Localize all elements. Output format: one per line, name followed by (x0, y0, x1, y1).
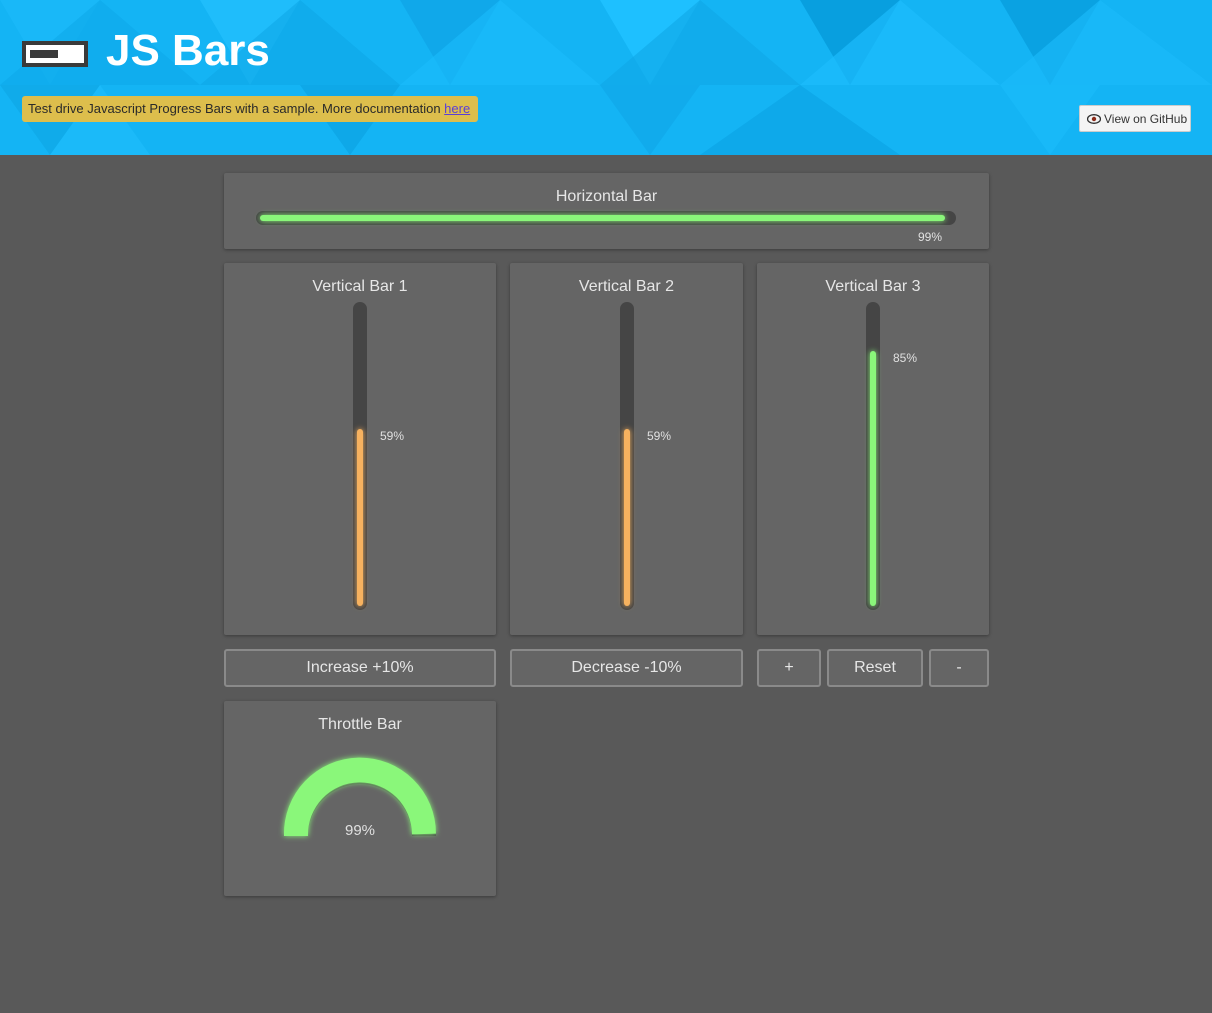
documentation-link[interactable]: here (444, 101, 470, 116)
view-on-github-button[interactable]: View on GitHub (1079, 105, 1191, 132)
page-title: JS Bars (106, 26, 270, 75)
vertical-bar-2-track (620, 302, 634, 610)
vertical-bar-2-percent: 59% (647, 429, 672, 443)
info-notice: Test drive Javascript Progress Bars with… (22, 96, 479, 122)
vertical-bar-1-track (353, 302, 367, 610)
logo-icon (22, 41, 88, 67)
reset-button[interactable]: Reset (827, 649, 923, 687)
vertical-bar-1-fill (357, 429, 363, 606)
horizontal-progress-fill (260, 215, 946, 221)
eye-icon (1087, 114, 1101, 124)
header-banner: JS Bars Test drive Javascript Progress B… (0, 0, 1212, 155)
vertical-bar-2-title: Vertical Bar 2 (578, 278, 675, 295)
notice-text: Test drive Javascript Progress Bars with… (28, 101, 445, 116)
horizontal-percent-label: 99% (918, 230, 943, 244)
triangle-pattern (0, 0, 1212, 155)
throttle-bar-title: Throttle Bar (318, 716, 402, 733)
github-button-label: View on GitHub (1104, 112, 1188, 126)
horizontal-bar-title: Horizontal Bar (555, 188, 658, 205)
vertical-bar-3-track (866, 302, 880, 610)
vertical-bar-3-title: Vertical Bar 3 (825, 278, 921, 295)
plus-button[interactable]: + (757, 649, 821, 687)
throttle-percent-label: 99% (344, 822, 376, 839)
increase-button[interactable]: Increase +10% (224, 649, 496, 687)
vertical-bar-3-percent: 85% (893, 351, 918, 365)
vertical-bar-1-percent: 59% (380, 429, 405, 443)
horizontal-progress-track (256, 211, 956, 225)
minus-button[interactable]: - (929, 649, 989, 687)
vertical-bar-3-fill (870, 351, 876, 606)
vertical-bar-2-fill (624, 429, 630, 606)
decrease-button[interactable]: Decrease -10% (510, 649, 743, 687)
vertical-bar-1-title: Vertical Bar 1 (312, 278, 408, 295)
